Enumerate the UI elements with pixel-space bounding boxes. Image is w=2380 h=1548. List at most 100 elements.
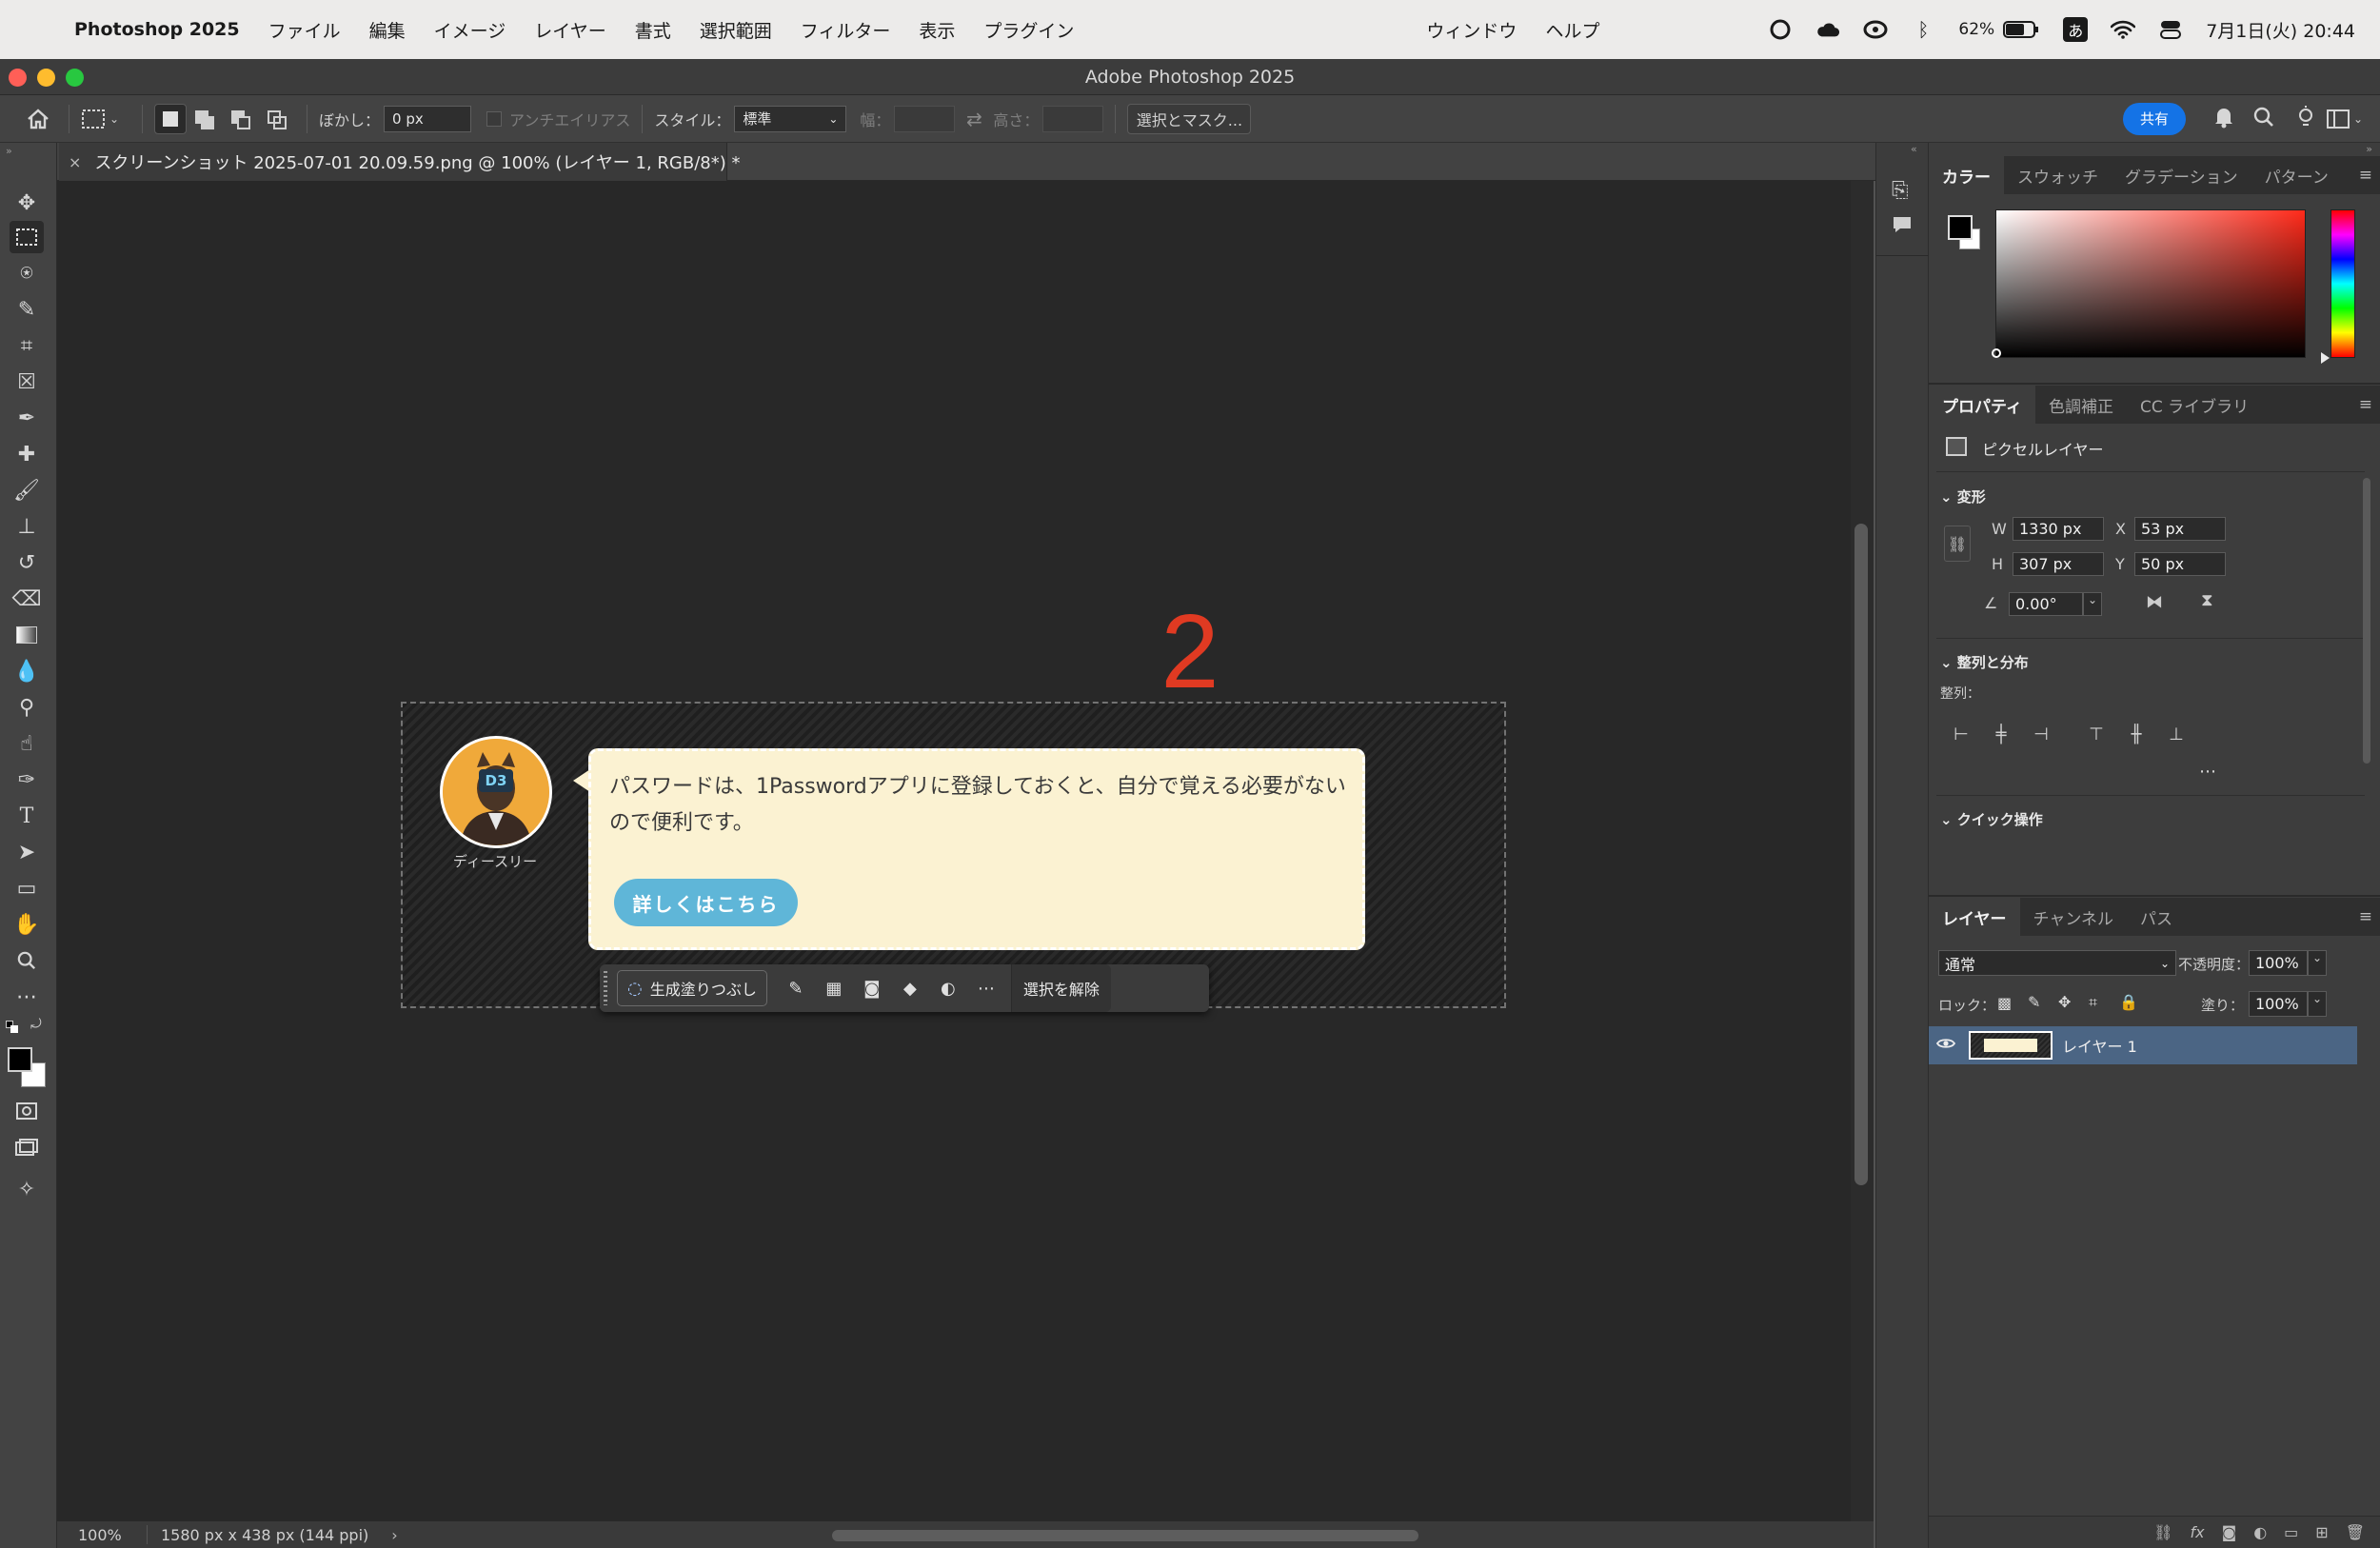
hue-slider-handle[interactable] — [2321, 352, 2330, 364]
layer-row[interactable]: レイヤー 1 — [1929, 1026, 2357, 1064]
brush-tool-icon[interactable]: 🖌 — [10, 474, 44, 506]
menu-view[interactable]: 表示 — [919, 17, 955, 43]
antialias-checkbox[interactable] — [486, 110, 503, 127]
delete-layer-icon[interactable]: 🗑 — [2346, 1523, 2365, 1541]
clone-stamp-tool-icon[interactable]: ⊥ — [10, 510, 44, 543]
path-selection-tool-icon[interactable]: ➤ — [10, 836, 44, 868]
intersect-selection-button[interactable] — [259, 104, 295, 134]
height-field[interactable]: 307 px — [2013, 552, 2104, 576]
spot-healing-brush-icon[interactable]: ✚ — [10, 438, 44, 470]
apple-icon[interactable] — [25, 17, 50, 42]
ime-indicator[interactable]: あ — [2063, 17, 2089, 42]
lock-all-icon[interactable]: 🔒 — [2119, 993, 2138, 1011]
task-bar-drag-handle[interactable] — [604, 971, 607, 1005]
tab-gradients[interactable]: グラデーション — [2112, 156, 2251, 194]
smudge-tool-icon[interactable]: ☝ — [10, 727, 44, 760]
align-vertical-centers-icon[interactable]: ╫ — [2123, 721, 2150, 747]
opacity-dropdown[interactable]: ⌄ — [2308, 950, 2327, 976]
close-window-button[interactable] — [9, 69, 27, 87]
foreground-color-swatch[interactable] — [8, 1047, 32, 1072]
history-brush-tool-icon[interactable]: ↺ — [10, 546, 44, 579]
panel-menu-icon[interactable]: ≡ — [2359, 907, 2372, 926]
tab-swatches[interactable]: スウォッチ — [2004, 156, 2112, 194]
lock-transparent-pixels-icon[interactable]: ▩ — [1997, 994, 2012, 1012]
panel-menu-icon[interactable]: ≡ — [2359, 166, 2372, 185]
deselect-button[interactable]: 選択を解除 — [1010, 964, 1111, 1012]
document-tab[interactable]: × スクリーンショット 2025-07-01 20.09.59.png @ 10… — [59, 143, 740, 181]
move-tool-icon[interactable]: ✥ — [10, 187, 44, 219]
tab-adjustments[interactable]: 色調補正 — [2035, 386, 2127, 424]
x-field[interactable]: 53 px — [2134, 517, 2226, 541]
layer-visibility-eye-icon[interactable] — [1935, 1036, 1963, 1055]
panel-menu-icon[interactable]: ≡ — [2359, 395, 2372, 414]
menu-edit[interactable]: 編集 — [369, 17, 406, 43]
feather-input[interactable]: 0 px — [384, 105, 472, 132]
more-tools-icon[interactable]: ⋯ — [10, 981, 44, 1013]
height-input[interactable] — [1042, 105, 1104, 132]
flip-vertical-icon[interactable]: ⧗ — [2201, 590, 2213, 610]
menu-type[interactable]: 書式 — [635, 17, 671, 43]
sync-icon[interactable] — [1863, 17, 1888, 42]
panel-expand-icon[interactable]: « — [1911, 143, 1917, 155]
angle-dropdown[interactable]: ⌄ — [2083, 592, 2102, 616]
swap-colors-icon[interactable]: ⤾ — [30, 1017, 42, 1032]
tab-layers[interactable]: レイヤー — [1929, 898, 2020, 936]
quick-actions-heading[interactable]: ⌄ クイック操作 — [1940, 809, 2043, 829]
hue-slider[interactable] — [2330, 209, 2355, 358]
fill-selection-icon[interactable]: ◆ — [891, 969, 929, 1007]
discover-lightbulb-icon[interactable] — [2285, 105, 2327, 132]
new-adjustment-layer-icon[interactable]: ◐ — [2253, 1523, 2267, 1541]
vertical-scroll-thumb[interactable] — [1854, 524, 1868, 1185]
comments-panel-icon[interactable] — [1892, 215, 1913, 239]
workspace-icon[interactable]: ⌄ — [2327, 109, 2372, 129]
subtract-from-selection-button[interactable] — [223, 104, 259, 134]
eyedropper-tool-icon[interactable]: ✒ — [10, 402, 44, 434]
quick-selection-tool-icon[interactable]: ✎ — [10, 293, 44, 326]
rectangle-tool-icon[interactable]: ▭ — [10, 872, 44, 904]
transform-section-heading[interactable]: ⌄ 変形 — [1940, 486, 1986, 506]
align-horizontal-centers-icon[interactable]: ╪ — [1988, 721, 2014, 747]
align-section-heading[interactable]: ⌄ 整列と分布 — [1940, 652, 2029, 672]
lock-artboard-icon[interactable]: ⌗ — [2089, 993, 2097, 1012]
menu-plugins[interactable]: プラグイン — [983, 17, 1074, 43]
tab-cc-libraries[interactable]: CC ライブラリ — [2127, 386, 2262, 424]
more-options-icon[interactable]: ⋯ — [967, 969, 1005, 1007]
marquee-preset-picker[interactable]: ⌄ — [81, 109, 130, 129]
control-center-icon[interactable] — [2158, 17, 2183, 42]
creative-cloud-icon[interactable] — [1768, 17, 1793, 42]
align-right-edges-icon[interactable]: ⊣ — [2028, 721, 2054, 747]
more-align-options-icon[interactable]: ⋯ — [2199, 762, 2216, 782]
style-select[interactable]: 標準 ⌄ — [734, 105, 847, 132]
status-chevron-right-icon[interactable]: › — [391, 1526, 397, 1544]
opacity-field[interactable]: 100% — [2249, 950, 2308, 976]
minimize-window-button[interactable] — [37, 69, 55, 87]
close-tab-icon[interactable]: × — [69, 153, 81, 171]
wifi-icon[interactable] — [2111, 17, 2136, 42]
type-tool-icon[interactable]: T — [10, 800, 44, 832]
screen-mode-icon[interactable] — [10, 1131, 44, 1163]
panel-collapse-icon[interactable]: » — [6, 145, 12, 157]
new-selection-button[interactable] — [154, 103, 187, 134]
zoom-window-button[interactable] — [66, 69, 84, 87]
modify-selection-icon[interactable]: ✎ — [777, 969, 815, 1007]
battery-icon[interactable] — [2002, 17, 2040, 42]
gradient-tool-icon[interactable] — [10, 619, 44, 651]
tab-channels[interactable]: チャンネル — [2020, 898, 2128, 936]
angle-field[interactable]: 0.00° — [2009, 592, 2083, 616]
layer-name[interactable]: レイヤー 1 — [2062, 1034, 2137, 1057]
tab-color[interactable]: カラー — [1929, 156, 2004, 194]
menubar-clock[interactable]: 7月1日(火) 20:44 — [2206, 17, 2355, 43]
swap-dimensions-icon[interactable]: ⇄ — [955, 108, 993, 130]
dodge-tool-icon[interactable]: ⚲ — [10, 691, 44, 724]
lock-position-icon[interactable]: ✥ — [2058, 993, 2071, 1011]
cloud-icon[interactable] — [1815, 17, 1840, 42]
zoom-tool-icon[interactable] — [10, 944, 44, 977]
home-icon[interactable] — [19, 100, 57, 138]
panel-collapse-right-icon[interactable]: » — [2366, 143, 2372, 155]
fill-field[interactable]: 100% — [2249, 991, 2308, 1017]
bell-icon[interactable] — [2205, 106, 2243, 132]
menu-image[interactable]: イメージ — [434, 17, 506, 43]
link-dimensions-icon[interactable]: ⛓ — [1944, 526, 1971, 562]
quick-mask-icon[interactable] — [10, 1095, 44, 1127]
menu-layer[interactable]: レイヤー — [534, 17, 605, 43]
